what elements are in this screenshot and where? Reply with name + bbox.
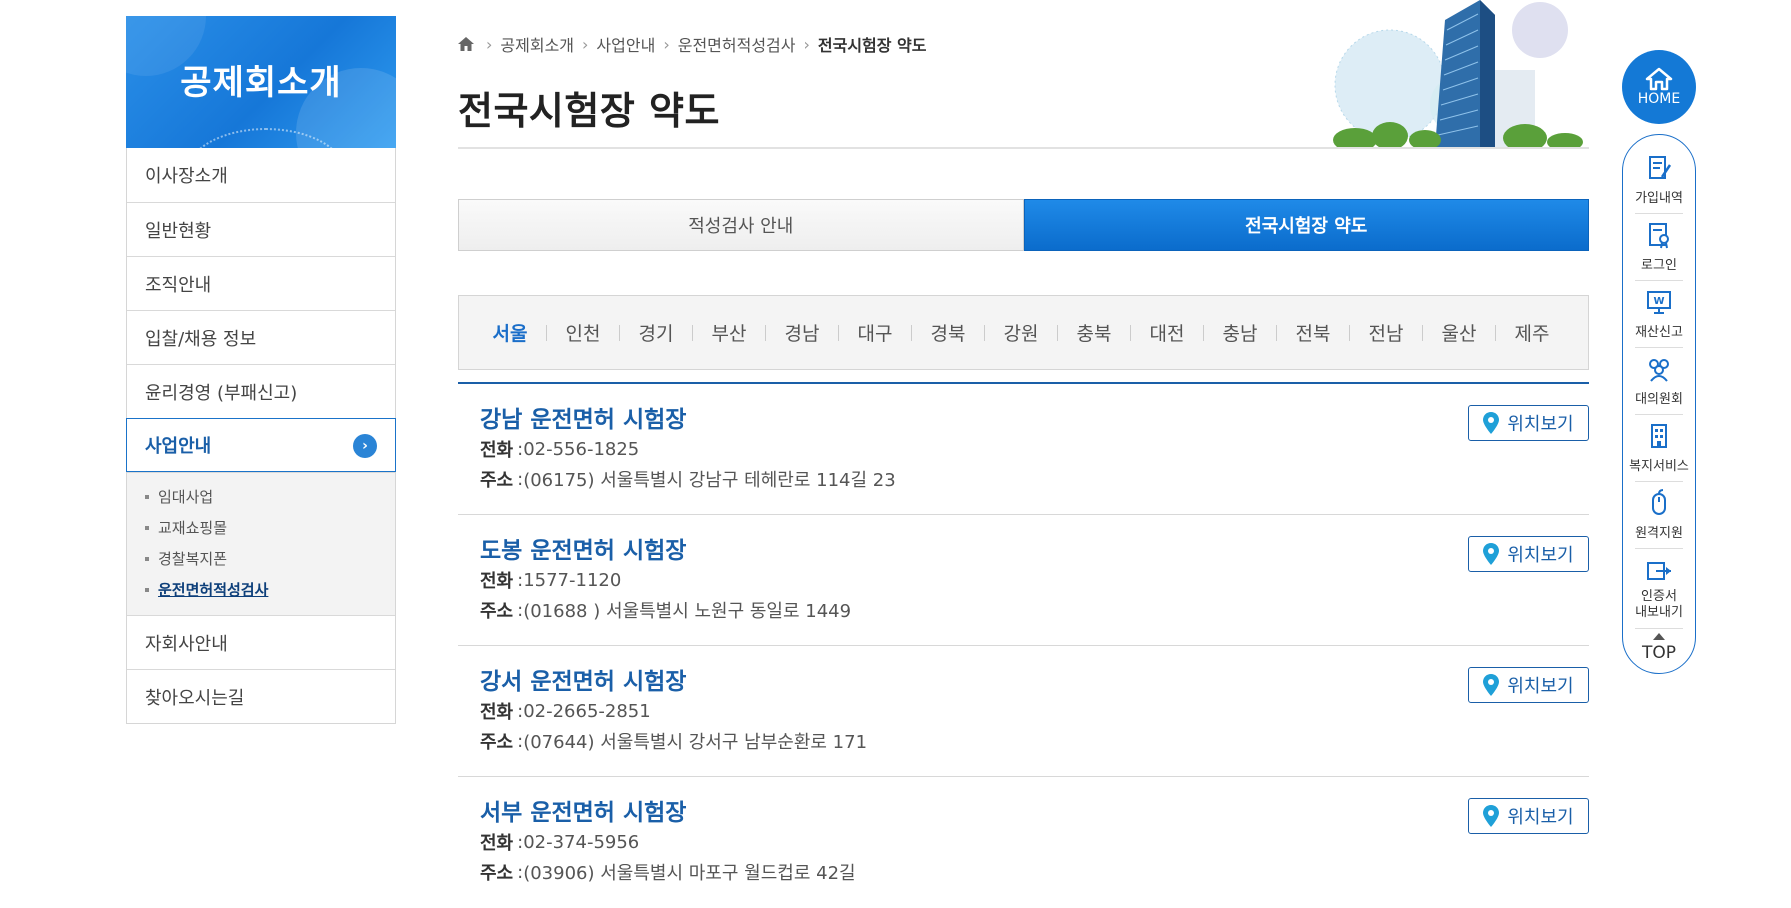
arrow-up-icon: [1653, 633, 1665, 640]
quick-item-remote-support[interactable]: 원격지원: [1623, 482, 1695, 549]
submenu-item-bookmall[interactable]: 교재쇼핑몰: [145, 512, 395, 543]
document-edit-icon: [1649, 156, 1672, 179]
certificate-icon: [1649, 223, 1669, 249]
region-tab[interactable]: 전북: [1288, 319, 1361, 346]
quick-item-subscription[interactable]: 가입내역: [1623, 147, 1695, 214]
site-name: 서부 운전면허 시험장: [480, 800, 687, 826]
sidebar-item-bid-recruit[interactable]: 입찰/채용 정보: [127, 310, 395, 364]
map-pin-icon: [1483, 805, 1500, 827]
quick-menu: HOME 가입내역 로그인 W 재산신고 대의원회 복지서비스 원격지원 인증서…: [1622, 50, 1696, 674]
page-title: 전국시험장 약도: [458, 89, 720, 133]
site-address: 주소: (03906) 서울특별시 마포구 월드컵로 42길: [480, 861, 856, 885]
map-pin-icon: [1483, 412, 1500, 434]
chevron-right-icon: ›: [582, 34, 589, 54]
sidebar-header: 공제회소개: [126, 16, 396, 148]
mouse-icon: [1652, 489, 1666, 515]
region-tab[interactable]: 울산: [1434, 319, 1507, 346]
chevron-right-icon: ›: [486, 34, 493, 54]
region-tab[interactable]: 대전: [1142, 319, 1215, 346]
quick-item-delegates[interactable]: 대의원회: [1623, 348, 1695, 415]
site-address: 주소: (01688 ) 서울특별시 노원구 동일로 1449: [480, 599, 852, 623]
scroll-top-button[interactable]: TOP: [1623, 633, 1695, 663]
breadcrumb-item[interactable]: 운전면허적성검사: [678, 32, 796, 56]
sidebar-submenu: 임대사업 교재쇼핑몰 경찰복지폰 운전면허적성검사: [127, 472, 395, 615]
list-item: 강남 운전면허 시험장 전화: 02-556-1825 주소: (06175) …: [458, 384, 1589, 515]
sidebar-item-organization[interactable]: 조직안내: [127, 256, 395, 310]
region-tab[interactable]: 경기: [631, 319, 704, 346]
region-tab[interactable]: 충남: [1215, 319, 1288, 346]
quick-item-login[interactable]: 로그인: [1623, 214, 1695, 281]
sidebar-item-status[interactable]: 일반현황: [127, 202, 395, 256]
tab-aptitude-guide[interactable]: 적성검사 안내: [458, 199, 1024, 251]
submenu-item-license-test[interactable]: 운전면허적성검사: [145, 574, 395, 605]
map-pin-icon: [1483, 543, 1500, 565]
sidebar-item-business[interactable]: 사업안내 ›: [126, 418, 396, 472]
site-name: 강남 운전면허 시험장: [480, 407, 687, 433]
site-phone: 전화: 02-556-1825: [480, 438, 640, 462]
chevron-right-icon: ›: [353, 434, 377, 458]
region-tab[interactable]: 충북: [1069, 319, 1142, 346]
site-address: 주소: (07644) 서울특별시 강서구 남부순환로 171: [480, 730, 868, 754]
site-name: 강서 운전면허 시험장: [480, 669, 687, 695]
quick-item-cert-export[interactable]: 인증서 내보내기: [1623, 549, 1695, 629]
quick-item-asset-report[interactable]: W 재산신고: [1623, 281, 1695, 348]
map-pin-icon: [1483, 674, 1500, 696]
tab-bar: 적성검사 안내 전국시험장 약도: [458, 199, 1589, 251]
sidebar-title: 공제회소개: [180, 62, 342, 103]
breadcrumb-item[interactable]: 사업안내: [596, 32, 655, 56]
breadcrumb: › 공제회소개 › 사업안내 › 운전면허적성검사 › 전국시험장 약도: [458, 30, 927, 58]
site-phone: 전화: 02-374-5956: [480, 831, 640, 855]
quick-item-welfare[interactable]: 복지서비스: [1623, 415, 1695, 482]
list-item: 강서 운전면허 시험장 전화: 02-2665-2851 주소: (07644)…: [458, 646, 1589, 777]
export-icon: [1647, 562, 1671, 580]
chevron-right-icon: ›: [663, 34, 670, 54]
sidebar-item-ethics[interactable]: 윤리경영 (부패신고): [127, 364, 395, 418]
view-location-button[interactable]: 위치보기: [1468, 798, 1589, 834]
site-address: 주소: (06175) 서울특별시 강남구 테헤란로 114길 23: [480, 468, 896, 492]
home-button[interactable]: HOME: [1622, 50, 1696, 124]
region-tab[interactable]: 경북: [923, 319, 996, 346]
region-filter: 서울 인천 경기 부산 경남 대구 경북 강원 충북 대전 충남 전북 전남 울…: [458, 295, 1589, 370]
submenu-item-rental[interactable]: 임대사업: [145, 481, 395, 512]
region-tab[interactable]: 강원: [996, 319, 1069, 346]
view-location-button[interactable]: 위치보기: [1468, 405, 1589, 441]
submenu-item-police-phone[interactable]: 경찰복지폰: [145, 543, 395, 574]
region-tab[interactable]: 제주: [1507, 319, 1557, 346]
region-tab[interactable]: 서울: [485, 319, 558, 346]
site-phone: 전화: 1577-1120: [480, 569, 622, 593]
sidebar-item-directions[interactable]: 찾아오시는길: [127, 669, 395, 723]
list-item: 서부 운전면허 시험장 전화: 02-374-5956 주소: (03906) …: [458, 777, 1589, 908]
left-nav: 공제회소개 이사장소개 일반현황 조직안내 입찰/채용 정보 윤리경영 (부패신…: [126, 16, 396, 724]
sidebar-item-ceo[interactable]: 이사장소개: [127, 148, 395, 202]
region-tab[interactable]: 부산: [704, 319, 777, 346]
quick-menu-list: 가입내역 로그인 W 재산신고 대의원회 복지서비스 원격지원 인증서 내보내기: [1622, 134, 1696, 674]
site-phone: 전화: 02-2665-2851: [480, 700, 651, 724]
view-location-button[interactable]: 위치보기: [1468, 667, 1589, 703]
chevron-right-icon: ›: [803, 34, 810, 54]
home-icon[interactable]: [458, 37, 474, 51]
building-icon: [1651, 424, 1667, 448]
region-tab[interactable]: 인천: [558, 319, 631, 346]
region-tab[interactable]: 대구: [850, 319, 923, 346]
sidebar-menu: 이사장소개 일반현황 조직안내 입찰/채용 정보 윤리경영 (부패신고) 사업안…: [126, 148, 396, 724]
sidebar-item-label: 사업안내: [145, 436, 212, 457]
breadcrumb-item[interactable]: 공제회소개: [500, 32, 574, 56]
people-icon: [1649, 359, 1669, 382]
building-illustration: [1333, 0, 1583, 148]
title-divider: [458, 147, 1589, 149]
won-monitor-icon: W: [1647, 291, 1671, 314]
view-location-button[interactable]: 위치보기: [1468, 536, 1589, 572]
home-icon: [1645, 67, 1673, 91]
test-site-list: 강남 운전면허 시험장 전화: 02-556-1825 주소: (06175) …: [458, 382, 1589, 908]
list-item: 도봉 운전면허 시험장 전화: 1577-1120 주소: (01688 ) 서…: [458, 515, 1589, 646]
svg-text:W: W: [1653, 296, 1664, 307]
breadcrumb-current: 전국시험장 약도: [817, 36, 927, 55]
site-name: 도봉 운전면허 시험장: [480, 538, 687, 564]
region-tab[interactable]: 전남: [1361, 319, 1434, 346]
tab-test-site-map[interactable]: 전국시험장 약도: [1023, 199, 1589, 251]
sidebar-item-subsidiary[interactable]: 자회사안내: [127, 615, 395, 669]
region-tab[interactable]: 경남: [777, 319, 850, 346]
